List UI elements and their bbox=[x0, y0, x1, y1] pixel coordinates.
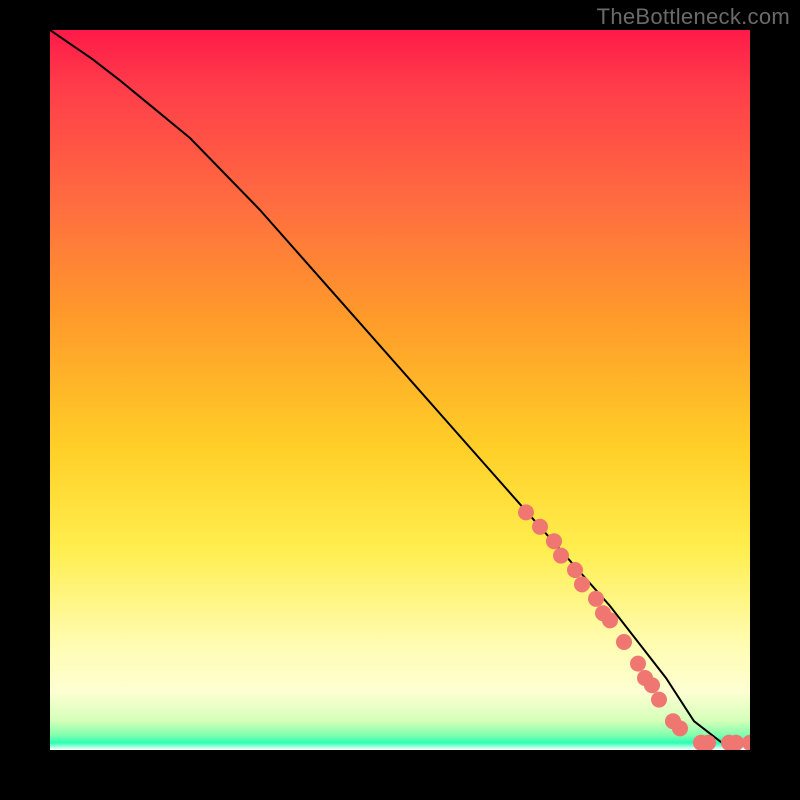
highlight-dot bbox=[672, 720, 688, 736]
highlight-dot bbox=[588, 591, 604, 607]
highlight-dot bbox=[616, 634, 632, 650]
highlight-dot bbox=[602, 612, 618, 628]
highlight-dot bbox=[567, 562, 583, 578]
chart-frame: TheBottleneck.com bbox=[0, 0, 800, 800]
plot-area bbox=[50, 30, 750, 750]
highlight-dot bbox=[532, 519, 548, 535]
highlight-dot bbox=[630, 656, 646, 672]
highlight-dots-group bbox=[518, 504, 750, 750]
chart-overlay bbox=[50, 30, 750, 750]
curve-line bbox=[50, 30, 750, 746]
highlight-dot bbox=[553, 548, 569, 564]
highlight-dot bbox=[574, 576, 590, 592]
highlight-dot bbox=[546, 533, 562, 549]
highlight-dot bbox=[518, 504, 534, 520]
highlight-dot bbox=[651, 692, 667, 708]
highlight-dot bbox=[644, 677, 660, 693]
highlight-dot bbox=[742, 735, 750, 750]
attribution-text: TheBottleneck.com bbox=[597, 4, 790, 30]
